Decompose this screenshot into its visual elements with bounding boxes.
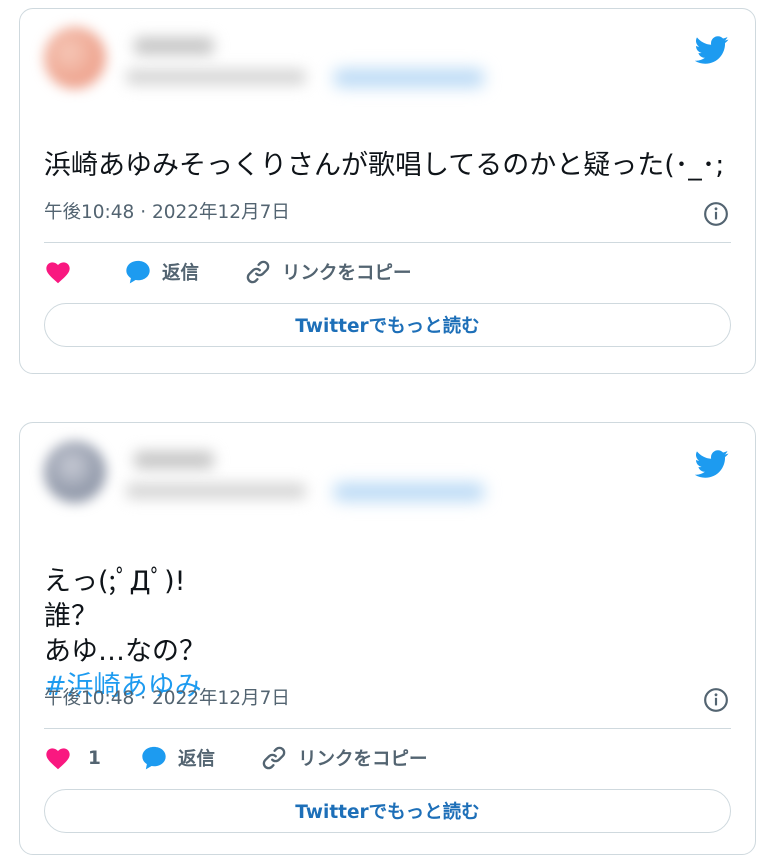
author-handle-blurred (126, 69, 306, 85)
tweet-text: 浜崎あゆみそっくりさんが歌唱してるのかと疑った(･_･; (44, 113, 737, 183)
timestamp[interactable]: 午後10:48 · 2022年12月7日 (44, 688, 290, 709)
read-more-button[interactable]: Twitterでもっと読む (44, 303, 731, 347)
info-icon[interactable] (703, 201, 729, 227)
avatar[interactable] (44, 27, 106, 89)
tweet-meta: 午後10:48 · 2022年12月7日 (44, 199, 731, 227)
tweet-body: 浜崎あゆみそっくりさんが歌唱してるのかと疑った(･_･; (44, 150, 725, 181)
tweet-header (44, 439, 731, 509)
follow-link-blurred[interactable] (334, 69, 484, 87)
copy-link-label: リンクをコピー (282, 263, 412, 284)
reply-label: 返信 (162, 263, 200, 284)
author-handle-blurred (126, 483, 306, 499)
tweet-meta: 午後10:48 · 2022年12月7日 (44, 685, 731, 713)
divider (44, 242, 731, 243)
reply-label: 返信 (178, 749, 216, 770)
reply-button[interactable]: 返信 (140, 744, 260, 772)
info-icon[interactable] (703, 687, 729, 713)
like-button[interactable]: 1 (44, 744, 140, 772)
twitter-bird-icon[interactable] (695, 447, 729, 481)
tweet-body: えっ(;ﾟДﾟ)! 誰？ あゆ…なの？ (44, 566, 206, 667)
author-name-blurred[interactable] (134, 451, 214, 469)
timestamp[interactable]: 午後10:48 · 2022年12月7日 (44, 202, 290, 223)
tweet-header (44, 25, 731, 95)
copy-link-button[interactable]: リンクをコピー (244, 258, 412, 286)
heart-icon (46, 748, 70, 770)
link-icon (246, 260, 270, 284)
link-icon (262, 746, 286, 770)
like-count: 1 (88, 747, 101, 769)
avatar[interactable] (44, 441, 106, 503)
copy-link-button[interactable]: リンクをコピー (260, 744, 428, 772)
tweet-card: 浜崎あゆみそっくりさんが歌唱してるのかと疑った(･_･; 午後10:48 · 2… (19, 8, 756, 374)
copy-link-label: リンクをコピー (298, 749, 428, 770)
author-name-blurred[interactable] (134, 37, 214, 55)
reply-bubble-icon (126, 260, 150, 284)
read-more-button[interactable]: Twitterでもっと読む (44, 789, 731, 833)
divider (44, 728, 731, 729)
tweet-actions: 1 返信 リンクをコピー (44, 741, 731, 775)
follow-link-blurred[interactable] (334, 483, 484, 501)
reply-bubble-icon (142, 746, 166, 770)
tweet-card: えっ(;ﾟДﾟ)! 誰？ あゆ…なの？ #浜崎あゆみ 午後10:48 · 202… (19, 422, 756, 855)
tweet-actions: 返信 リンクをコピー (44, 255, 731, 289)
heart-icon (46, 262, 70, 284)
twitter-bird-icon[interactable] (695, 33, 729, 67)
like-button[interactable] (44, 258, 124, 286)
reply-button[interactable]: 返信 (124, 258, 244, 286)
